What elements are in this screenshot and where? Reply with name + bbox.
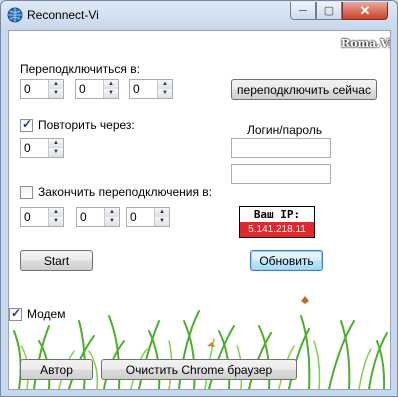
reconnect-second-value: 0 bbox=[133, 82, 140, 96]
spinner-down-icon[interactable]: ▼ bbox=[48, 89, 63, 98]
finish-hour-spinner[interactable]: 0 ▲ ▼ bbox=[20, 207, 64, 227]
app-window: Reconnect-Vi ─ ▢ ✕ Roma.Vi Переподключит… bbox=[0, 0, 398, 397]
checkmark-icon: ✓ bbox=[22, 117, 33, 131]
main-panel: Roma.Vi Переподключиться в: 0 ▲ ▼ 0 ▲ ▼ 0 … bbox=[8, 30, 391, 390]
checkmark-icon: ✓ bbox=[11, 306, 22, 320]
minimize-button[interactable]: ─ bbox=[290, 2, 316, 20]
repeat-label: Повторить через: bbox=[38, 118, 135, 132]
repeat-value: 0 bbox=[24, 141, 31, 155]
spinner-down-icon[interactable]: ▼ bbox=[48, 148, 63, 157]
spinner-down-icon[interactable]: ▼ bbox=[104, 217, 119, 226]
maximize-button[interactable]: ▢ bbox=[316, 2, 342, 20]
modem-checkbox[interactable]: ✓ bbox=[9, 306, 22, 321]
finish-hour-value: 0 bbox=[24, 210, 31, 224]
reconnect-at-label: Переподключиться в: bbox=[20, 62, 140, 76]
title-bar[interactable]: Reconnect-Vi ─ ▢ ✕ bbox=[1, 1, 397, 29]
globe-icon bbox=[7, 7, 23, 23]
reconnect-minute-value: 0 bbox=[79, 82, 86, 96]
ip-display: Ваш IP: 5.141.218.11 bbox=[239, 206, 315, 238]
author-button[interactable]: Автор bbox=[20, 359, 93, 380]
window-title: Reconnect-Vi bbox=[27, 8, 99, 22]
login-field[interactable] bbox=[231, 138, 331, 158]
password-field[interactable] bbox=[231, 164, 331, 184]
close-button[interactable]: ✕ bbox=[342, 2, 388, 20]
spinner-down-icon[interactable]: ▼ bbox=[103, 89, 118, 98]
spinner-down-icon[interactable]: ▼ bbox=[154, 217, 169, 226]
finish-minute-spinner[interactable]: 0 ▲ ▼ bbox=[76, 207, 120, 227]
credentials-label: Логин/пароль bbox=[247, 123, 323, 137]
spinner-down-icon[interactable]: ▼ bbox=[48, 217, 63, 226]
repeat-checkbox[interactable]: ✓ bbox=[20, 117, 33, 132]
ip-title: Ваш IP: bbox=[240, 207, 314, 222]
brand-label: Roma.Vi bbox=[341, 37, 391, 50]
clear-chrome-button[interactable]: Очистить Chrome браузер bbox=[101, 359, 297, 380]
modem-label: Модем bbox=[27, 307, 66, 321]
reconnect-hour-spinner[interactable]: 0 ▲ ▼ bbox=[20, 79, 64, 99]
finish-checkbox[interactable] bbox=[20, 186, 33, 199]
repeat-spinner[interactable]: 0 ▲ ▼ bbox=[20, 138, 64, 158]
reconnect-hour-value: 0 bbox=[24, 82, 31, 96]
spinner-down-icon[interactable]: ▼ bbox=[157, 89, 172, 98]
finish-second-value: 0 bbox=[130, 210, 137, 224]
butterfly-icon bbox=[301, 296, 309, 304]
ip-value: 5.141.218.11 bbox=[240, 222, 314, 237]
finish-label: Закончить переподключения в: bbox=[38, 185, 212, 199]
finish-second-spinner[interactable]: 0 ▲ ▼ bbox=[126, 207, 170, 227]
finish-minute-value: 0 bbox=[80, 210, 87, 224]
reconnect-minute-spinner[interactable]: 0 ▲ ▼ bbox=[75, 79, 119, 99]
reconnect-now-button[interactable]: переподключить сейчас bbox=[231, 79, 377, 100]
reconnect-second-spinner[interactable]: 0 ▲ ▼ bbox=[129, 79, 173, 99]
